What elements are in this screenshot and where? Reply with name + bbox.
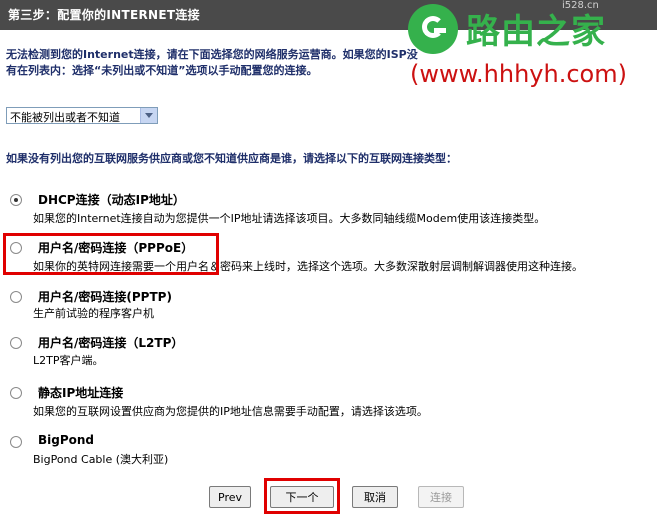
radio-l2tp[interactable]: [10, 337, 22, 349]
connection-type-prompt: 如果没有列出您的互联网服务供应商或您不知道供应商是谁，请选择以下的互联网连接类型…: [6, 152, 457, 165]
radio-static-ip[interactable]: [10, 387, 22, 399]
option-title: DHCP连接（动态IP地址）: [38, 193, 185, 207]
isp-select-value: 不能被列出或者不知道: [10, 111, 120, 124]
option-desc: BigPond Cable (澳大利亚): [33, 453, 169, 466]
option-desc: 生产前试验的程序客户机: [33, 307, 154, 320]
page-title: 第三步：配置你的INTERNET连接: [8, 8, 200, 22]
radio-bigpond[interactable]: [10, 436, 22, 448]
connect-button[interactable]: 连接: [418, 486, 464, 508]
isp-select[interactable]: 不能被列出或者不知道: [6, 107, 158, 124]
option-title: 用户名/密码连接（L2TP）: [38, 336, 184, 350]
option-title: BigPond: [38, 433, 95, 447]
option-desc: L2TP客户端。: [33, 354, 104, 367]
option-desc: 如果您的互联网设置供应商为您提供的IP地址信息需要手动配置，请选择该选项。: [33, 405, 428, 418]
watermark-url: (www.hhhyh.com): [410, 60, 627, 88]
watermark-logo: i528.cn 路由之家 (www.hhhyh.com): [404, 0, 657, 94]
radio-dhcp[interactable]: [10, 194, 22, 206]
logo-g-icon: [422, 16, 444, 38]
option-desc: 如果您的Internet连接自动为您提供一个IP地址请选择该项目。大多数同轴线缆…: [33, 212, 546, 225]
chevron-down-icon[interactable]: [140, 108, 157, 123]
cancel-button[interactable]: 取消: [352, 486, 398, 508]
prev-button[interactable]: Prev: [209, 486, 251, 508]
intro-text: 无法检测到您的Internet连接，请在下面选择您的网络服务运营商。如果您的IS…: [6, 48, 418, 77]
radio-pptp[interactable]: [10, 291, 22, 303]
option-title: 用户名/密码连接(PPTP): [38, 290, 172, 304]
watermark-brand: 路由之家: [466, 12, 606, 52]
next-highlight-box: [264, 478, 340, 514]
option-title: 静态IP地址连接: [38, 386, 124, 400]
pppoe-highlight-box: [3, 233, 219, 275]
